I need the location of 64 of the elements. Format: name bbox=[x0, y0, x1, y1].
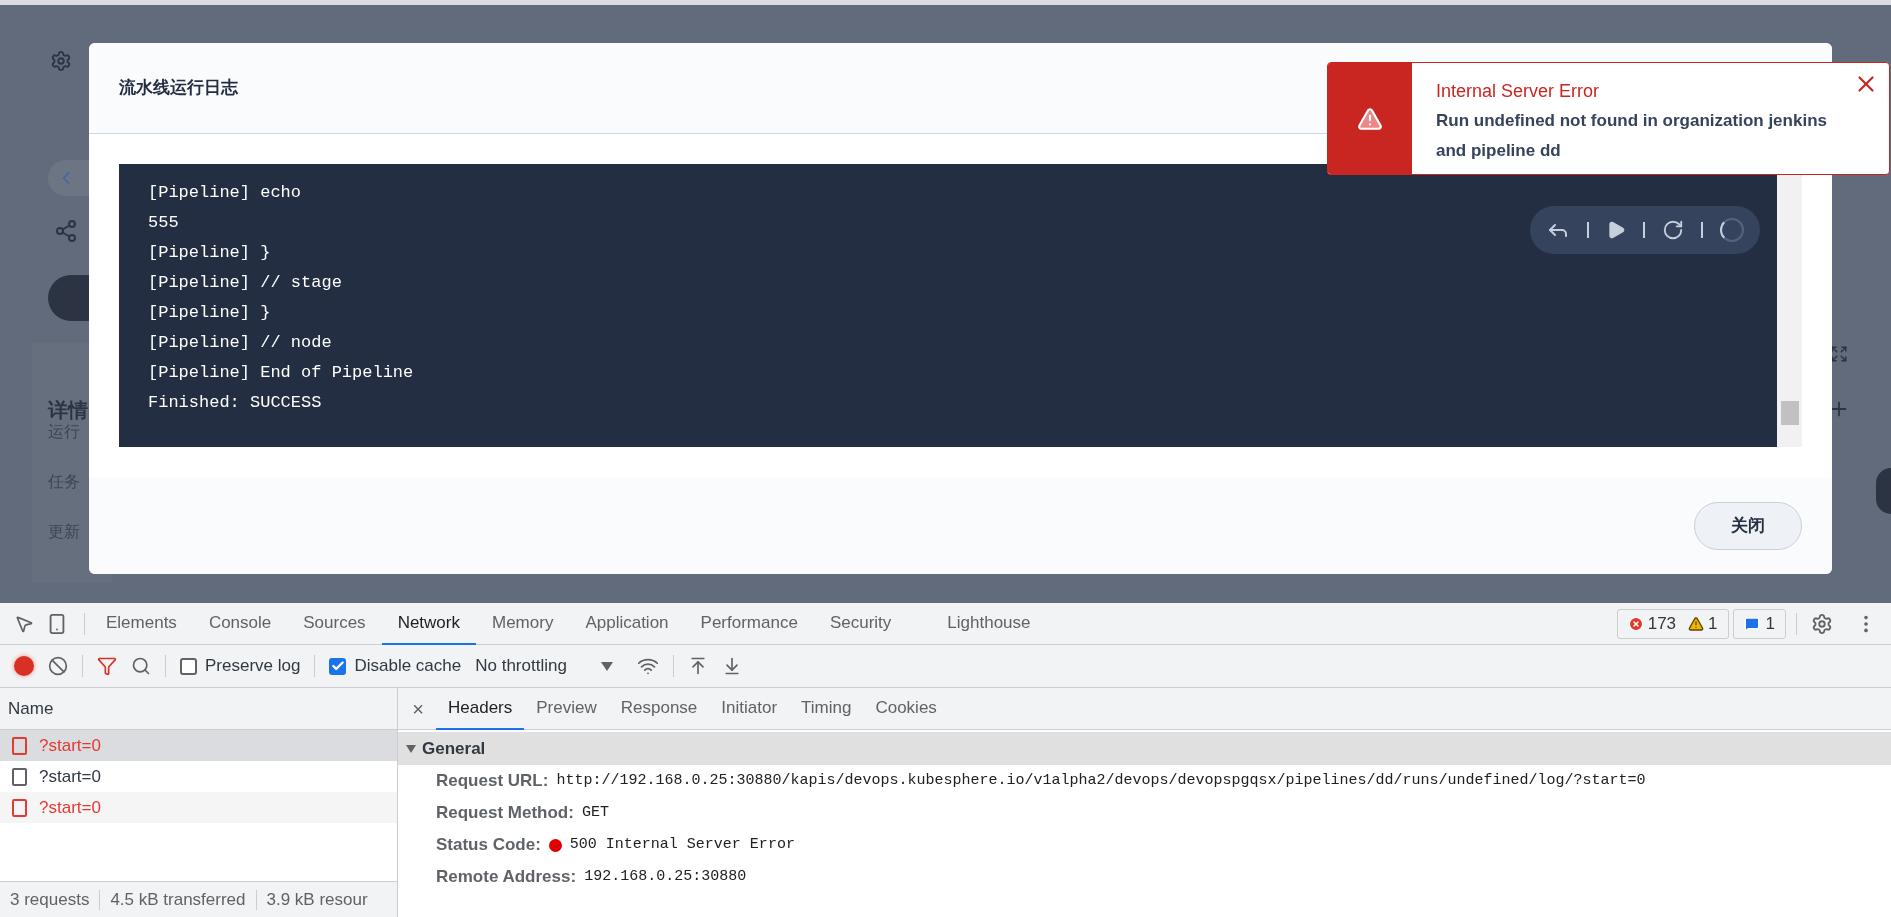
check-icon bbox=[330, 659, 345, 673]
log-line: [Pipeline] End of Pipeline bbox=[148, 362, 414, 384]
error-icon bbox=[1627, 615, 1644, 632]
devtools-tab[interactable]: Memory bbox=[476, 602, 570, 645]
share-icon bbox=[54, 219, 78, 243]
filter-icon[interactable] bbox=[97, 656, 117, 676]
search-icon[interactable] bbox=[131, 656, 151, 676]
header-label: Status Code: bbox=[436, 834, 541, 857]
play-icon[interactable] bbox=[1606, 220, 1626, 240]
detail-tab[interactable]: Preview bbox=[524, 687, 609, 730]
close-button[interactable]: 关闭 bbox=[1694, 501, 1802, 550]
toast-message: Run undefined not found in organization jenkins and pipeline dd bbox=[1436, 110, 1828, 162]
log-line: [Pipeline] // node bbox=[148, 332, 332, 354]
checkbox[interactable]: Preserve log bbox=[180, 653, 301, 679]
refresh-icon[interactable] bbox=[1662, 219, 1684, 241]
log-line: 555 bbox=[148, 212, 179, 234]
loading-spinner bbox=[1720, 218, 1744, 242]
devtools-tab[interactable]: Sources bbox=[287, 602, 382, 645]
devtools-tab[interactable]: Application bbox=[569, 602, 685, 645]
devtools-tab[interactable]: Lighthouse bbox=[931, 602, 1047, 645]
devtools-tab[interactable]: Console bbox=[192, 602, 288, 645]
header-value: GET bbox=[581, 802, 609, 823]
settings-icon[interactable] bbox=[1811, 612, 1833, 635]
detail-tab[interactable]: Headers bbox=[436, 687, 525, 730]
column-header[interactable]: Name bbox=[8, 695, 54, 722]
devtools-tab[interactable]: Performance bbox=[684, 602, 814, 645]
checkbox[interactable]: Disable cache bbox=[329, 653, 462, 679]
log-line: [Pipeline] } bbox=[148, 302, 271, 324]
log-line: [Pipeline] } bbox=[148, 242, 271, 264]
record-button[interactable] bbox=[14, 656, 34, 676]
header-label: Request URL: bbox=[436, 770, 549, 793]
section-header[interactable]: General bbox=[398, 732, 1891, 765]
log-line: [Pipeline] echo bbox=[148, 182, 302, 204]
summary-text: 3.9 kB resour bbox=[266, 888, 368, 911]
log-line: [Pipeline] // stage bbox=[148, 272, 342, 294]
message-icon bbox=[1743, 615, 1760, 632]
summary-text: 4.5 kB transferred bbox=[110, 888, 246, 911]
detail-tab[interactable]: Timing bbox=[789, 687, 864, 730]
messages-counter[interactable]: 1 bbox=[1732, 608, 1786, 639]
header-value: 192.168.0.25:30880 bbox=[584, 866, 747, 887]
throttling-dropdown[interactable]: No throttling bbox=[475, 653, 613, 679]
header-label: Request Method: bbox=[436, 802, 574, 825]
close-panel-button[interactable]: × bbox=[400, 693, 436, 724]
issues-counter[interactable]: 173 1 bbox=[1616, 608, 1729, 639]
header-label: Remote Address: bbox=[436, 866, 577, 889]
detail-tab[interactable]: Initiator bbox=[709, 687, 790, 730]
warning-icon bbox=[1357, 105, 1383, 132]
detail-tab[interactable]: Cookies bbox=[863, 687, 949, 730]
section-title: 详情 bbox=[48, 398, 88, 423]
request-row[interactable]: ?start=0 bbox=[0, 792, 397, 823]
toast-title: Internal Server Error bbox=[1436, 80, 1601, 103]
log-line: Finished: SUCCESS bbox=[148, 392, 322, 414]
summary-text: 3 requests bbox=[10, 888, 90, 911]
request-row[interactable]: ?start=0 bbox=[0, 730, 397, 761]
header-value: 500 Internal Server Error bbox=[569, 834, 795, 855]
clear-icon[interactable] bbox=[48, 656, 68, 676]
warning-icon bbox=[1688, 615, 1705, 632]
fullscreen-icon[interactable] bbox=[1830, 345, 1848, 363]
devtools-tab[interactable]: Elements bbox=[90, 602, 193, 645]
header-value: http://192.168.0.25:30880/kapis/devops.kubesphere.io/v1alpha2/devops/devopspgqsx/pipelines/dd/runs/undefined/log/?start=0 bbox=[556, 770, 1646, 791]
detail-tab[interactable]: Response bbox=[608, 687, 710, 730]
dialog-title: 流水线运行日志 bbox=[119, 77, 238, 100]
devtools-tab[interactable]: Security bbox=[813, 602, 908, 645]
devtools-tab[interactable]: Network bbox=[381, 602, 476, 645]
